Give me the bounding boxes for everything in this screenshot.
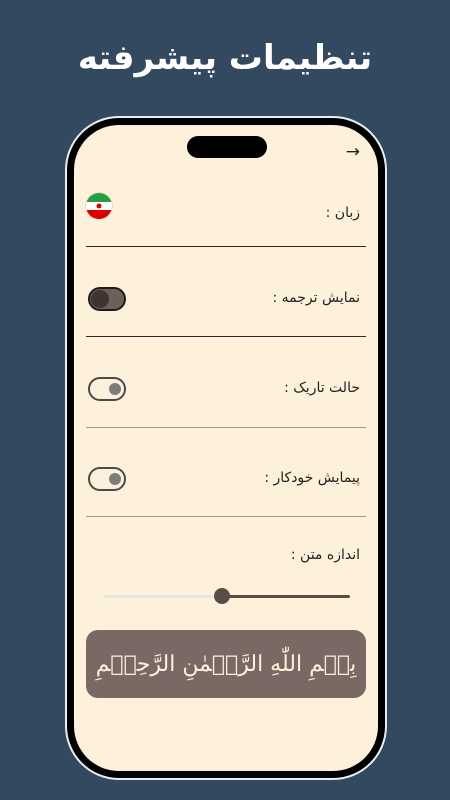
- arrow-right-icon[interactable]: →: [346, 144, 360, 161]
- slider-thumb[interactable]: [214, 588, 231, 604]
- divider: [86, 427, 366, 428]
- dark-mode-toggle[interactable]: [88, 377, 126, 401]
- auto-scroll-label: پیمایش خودکار :: [264, 470, 360, 486]
- text-size-label: اندازه متن :: [290, 547, 360, 563]
- preview-text: بِسۡمِ اللّٰهِ الرَّحۡمٰنِ الرَّحِيۡمِ: [95, 651, 357, 677]
- divider: [86, 516, 366, 517]
- language-label: زبان :: [325, 205, 360, 221]
- text-size-slider[interactable]: [104, 588, 350, 604]
- toggle-knob: [109, 383, 121, 395]
- toggle-knob: [91, 290, 109, 308]
- toggle-knob: [109, 473, 121, 485]
- phone-screen: → زبان : نمایش ترجمه : حالت تاریک : پیما…: [74, 125, 378, 771]
- text-preview-card: بِسۡمِ اللّٰهِ الرَّحۡمٰنِ الرَّحِيۡمِ: [86, 630, 366, 698]
- show-translation-label: نمایش ترجمه :: [272, 290, 361, 306]
- page-headline: تنظیمات پیشرفته: [77, 38, 373, 78]
- show-translation-toggle[interactable]: [88, 287, 126, 311]
- divider: [86, 336, 366, 337]
- slider-fill: [222, 595, 350, 598]
- dark-mode-label: حالت تاریک :: [284, 380, 360, 396]
- iran-flag-icon[interactable]: [86, 193, 112, 219]
- phone-notch: [187, 136, 267, 158]
- phone-frame: → زبان : نمایش ترجمه : حالت تاریک : پیما…: [67, 118, 385, 778]
- divider: [86, 246, 366, 247]
- auto-scroll-toggle[interactable]: [88, 467, 126, 491]
